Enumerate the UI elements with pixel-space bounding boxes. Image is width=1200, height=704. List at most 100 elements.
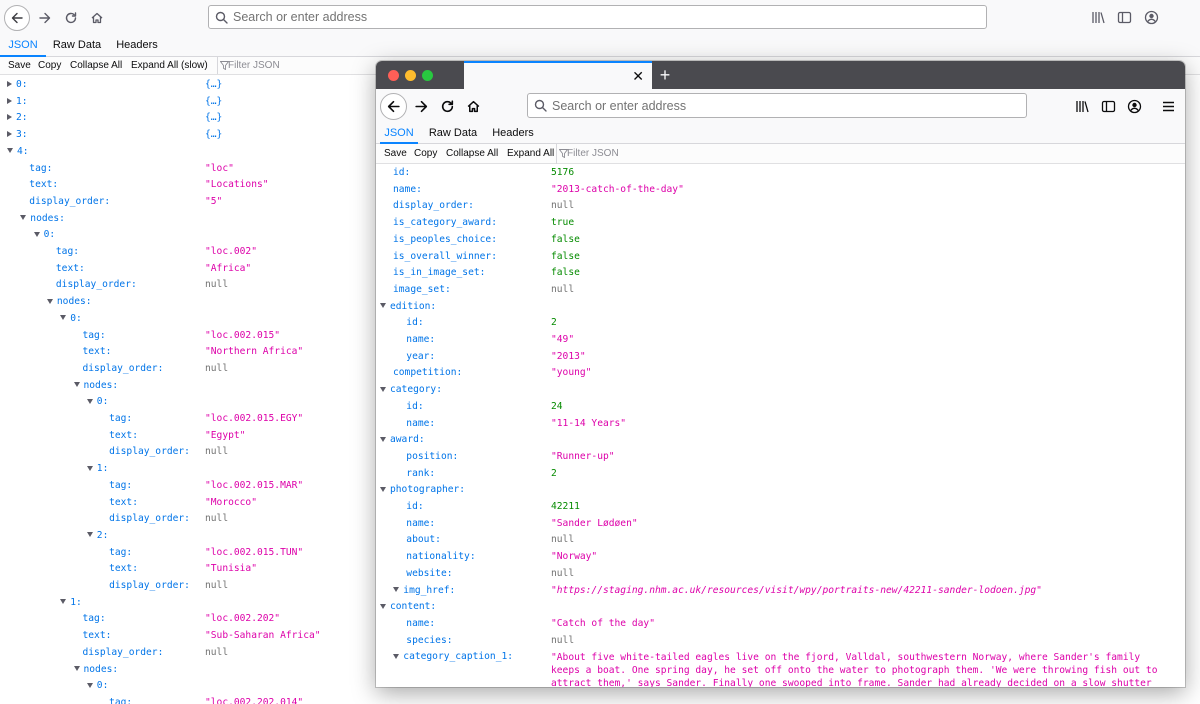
collapsed-twisty-icon[interactable]: [7, 131, 12, 138]
reload-button[interactable]: [60, 5, 82, 31]
tab-json[interactable]: JSON: [0, 36, 46, 57]
expanded-twisty-icon[interactable]: [86, 398, 93, 404]
json-row[interactable]: photographer:: [380, 482, 465, 498]
json-row[interactable]: 0:: [86, 678, 109, 694]
expanded-twisty-icon[interactable]: [20, 215, 27, 221]
minimize-window-button[interactable]: [405, 70, 416, 81]
save-button[interactable]: Save: [8, 57, 31, 74]
json-row[interactable]: nodes:: [46, 294, 92, 310]
expanded-twisty-icon[interactable]: [380, 386, 386, 392]
json-row[interactable]: award:: [380, 432, 425, 448]
json-row[interactable]: 3:: [7, 127, 28, 143]
tab-raw-data[interactable]: Raw Data: [50, 36, 104, 57]
json-key: 0:: [96, 680, 109, 692]
expanded-twisty-icon[interactable]: [46, 298, 53, 304]
filter-json-input[interactable]: Filter JSON: [217, 57, 337, 74]
account-icon[interactable]: [1142, 8, 1160, 26]
back-button[interactable]: [4, 5, 30, 31]
forward-button[interactable]: [34, 5, 56, 31]
json-key: 1:: [96, 463, 109, 475]
json-row[interactable]: nodes:: [20, 211, 65, 227]
sidebar-icon[interactable]: [1115, 8, 1133, 26]
json-row[interactable]: 1:: [7, 94, 28, 110]
reload-button[interactable]: [436, 93, 458, 120]
json-row[interactable]: 0:: [7, 77, 28, 93]
json-value: "2013": [551, 350, 586, 362]
account-icon[interactable]: [1125, 97, 1143, 115]
close-tab-icon[interactable]: ✕: [632, 69, 644, 83]
expanded-twisty-icon[interactable]: [33, 231, 40, 237]
json-row[interactable]: nodes:: [73, 662, 118, 678]
collapsed-twisty-icon[interactable]: [7, 97, 12, 104]
expanded-twisty-icon[interactable]: [380, 303, 386, 309]
json-row[interactable]: content:: [380, 599, 436, 615]
address-bar[interactable]: Search or enter address: [527, 93, 1027, 118]
json-key: name:: [406, 334, 436, 345]
json-row[interactable]: category_caption_1:: [393, 649, 513, 665]
json-row[interactable]: 2:: [7, 110, 28, 126]
address-bar[interactable]: Search or enter address: [208, 5, 987, 29]
expanded-twisty-icon[interactable]: [60, 599, 67, 605]
json-key: text:: [109, 496, 138, 508]
expanded-twisty-icon[interactable]: [393, 587, 400, 592]
expanded-twisty-icon[interactable]: [7, 148, 13, 154]
home-button[interactable]: [86, 5, 108, 31]
tab-headers[interactable]: Headers: [110, 36, 164, 57]
expand-all-button[interactable]: Expand All (slow): [131, 57, 208, 74]
tab-raw-data[interactable]: Raw Data: [426, 125, 480, 144]
expanded-twisty-icon[interactable]: [380, 603, 386, 609]
json-row[interactable]: category:: [380, 382, 442, 398]
json-row[interactable]: edition:: [380, 299, 436, 315]
json-row[interactable]: 4:: [7, 144, 29, 160]
collapsed-twisty-icon[interactable]: [7, 81, 12, 87]
save-button[interactable]: Save: [384, 144, 407, 164]
copy-button[interactable]: Copy: [414, 144, 437, 164]
json-row: id:: [393, 315, 423, 331]
json-row: text:: [74, 344, 112, 360]
menu-icon[interactable]: [1159, 97, 1177, 115]
json-row[interactable]: 2:: [86, 528, 108, 544]
copy-button[interactable]: Copy: [38, 57, 61, 74]
expanded-twisty-icon[interactable]: [73, 382, 80, 388]
collapsed-twisty-icon[interactable]: [7, 114, 12, 121]
expanded-twisty-icon[interactable]: [73, 666, 80, 671]
json-row[interactable]: 1:: [86, 461, 109, 477]
expanded-twisty-icon[interactable]: [86, 682, 93, 688]
filter-json-input[interactable]: Filter JSON: [556, 144, 666, 164]
json-row: text:: [20, 177, 58, 193]
json-row[interactable]: 1:: [60, 595, 82, 611]
expand-all-button[interactable]: Expand All: [507, 144, 554, 164]
json-key: position:: [406, 450, 459, 462]
back-button[interactable]: [380, 93, 407, 120]
library-icon[interactable]: [1073, 97, 1091, 115]
library-icon[interactable]: [1089, 8, 1107, 26]
close-window-button[interactable]: [388, 70, 399, 81]
json-value: "young": [551, 367, 592, 379]
json-key: 0:: [16, 79, 28, 90]
expanded-twisty-icon[interactable]: [380, 436, 386, 442]
json-row[interactable]: 0:: [60, 311, 82, 327]
json-value: null: [205, 513, 229, 525]
json-row[interactable]: nodes:: [73, 378, 118, 394]
tab-json[interactable]: JSON: [380, 125, 418, 144]
json-row[interactable]: img_href:: [393, 583, 455, 599]
collapse-all-button[interactable]: Collapse All: [70, 57, 122, 74]
expanded-twisty-icon[interactable]: [393, 653, 400, 659]
expanded-twisty-icon[interactable]: [86, 465, 93, 471]
expanded-twisty-icon[interactable]: [380, 486, 386, 492]
zoom-window-button[interactable]: [422, 70, 433, 81]
expanded-twisty-icon[interactable]: [60, 315, 67, 321]
home-button[interactable]: [462, 93, 484, 120]
json-row: name:: [393, 332, 435, 348]
browser-tab[interactable]: ✕: [464, 61, 652, 89]
tab-headers[interactable]: Headers: [488, 125, 538, 144]
json-row: tag:: [100, 695, 132, 704]
json-row[interactable]: 0:: [33, 227, 55, 243]
new-tab-button[interactable]: +: [654, 64, 676, 86]
json-key: name:: [393, 183, 422, 195]
sidebar-icon[interactable]: [1099, 97, 1117, 115]
collapse-all-button[interactable]: Collapse All: [446, 144, 498, 164]
expanded-twisty-icon[interactable]: [86, 532, 93, 538]
json-row[interactable]: 0:: [86, 394, 108, 410]
forward-button[interactable]: [410, 93, 432, 120]
